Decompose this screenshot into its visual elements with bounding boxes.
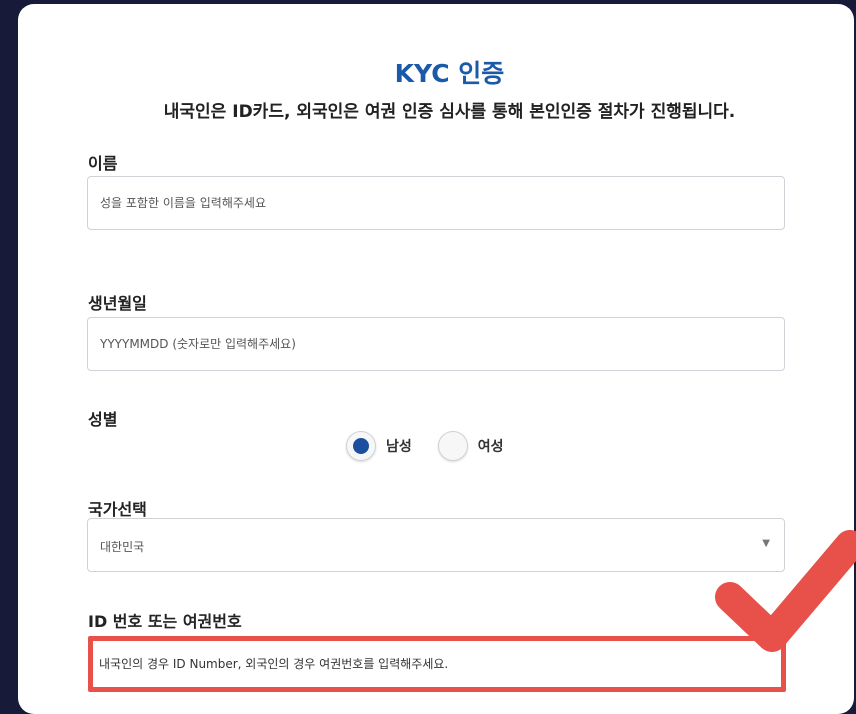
page-subtitle: 내국인은 ID카드, 외국인은 여권 인증 심사를 통해 본인인증 절차가 진행… <box>163 102 736 122</box>
country-select[interactable]: 대한민국 ▼ <box>87 518 785 572</box>
country-selected-value: 대한민국 <box>100 540 145 554</box>
radio-button-female[interactable] <box>437 431 468 461</box>
gender-option-female[interactable]: 여성 <box>437 431 504 461</box>
checkmark-icon <box>715 530 856 652</box>
id-number-input[interactable] <box>93 641 781 687</box>
page-title: KYC 인증 <box>394 59 505 88</box>
country-label: 국가선택 <box>88 500 147 519</box>
radio-selected-dot <box>353 438 369 454</box>
id-number-field-highlight <box>88 636 786 692</box>
name-field-wrapper <box>87 176 785 230</box>
birthdate-field-wrapper <box>87 317 785 371</box>
name-input[interactable] <box>88 177 784 229</box>
name-label: 이름 <box>88 154 118 173</box>
id-number-label: ID 번호 또는 여권번호 <box>88 612 242 631</box>
gender-label: 성별 <box>88 410 118 429</box>
birthdate-label: 생년월일 <box>88 294 147 313</box>
birthdate-input[interactable] <box>88 318 784 370</box>
radio-button-male[interactable] <box>346 431 376 461</box>
gender-option-male[interactable]: 남성 <box>346 431 412 461</box>
gender-option-male-label: 남성 <box>386 439 412 455</box>
gender-option-female-label: 여성 <box>477 439 504 455</box>
gender-radio-group: 남성 여성 <box>346 428 530 464</box>
